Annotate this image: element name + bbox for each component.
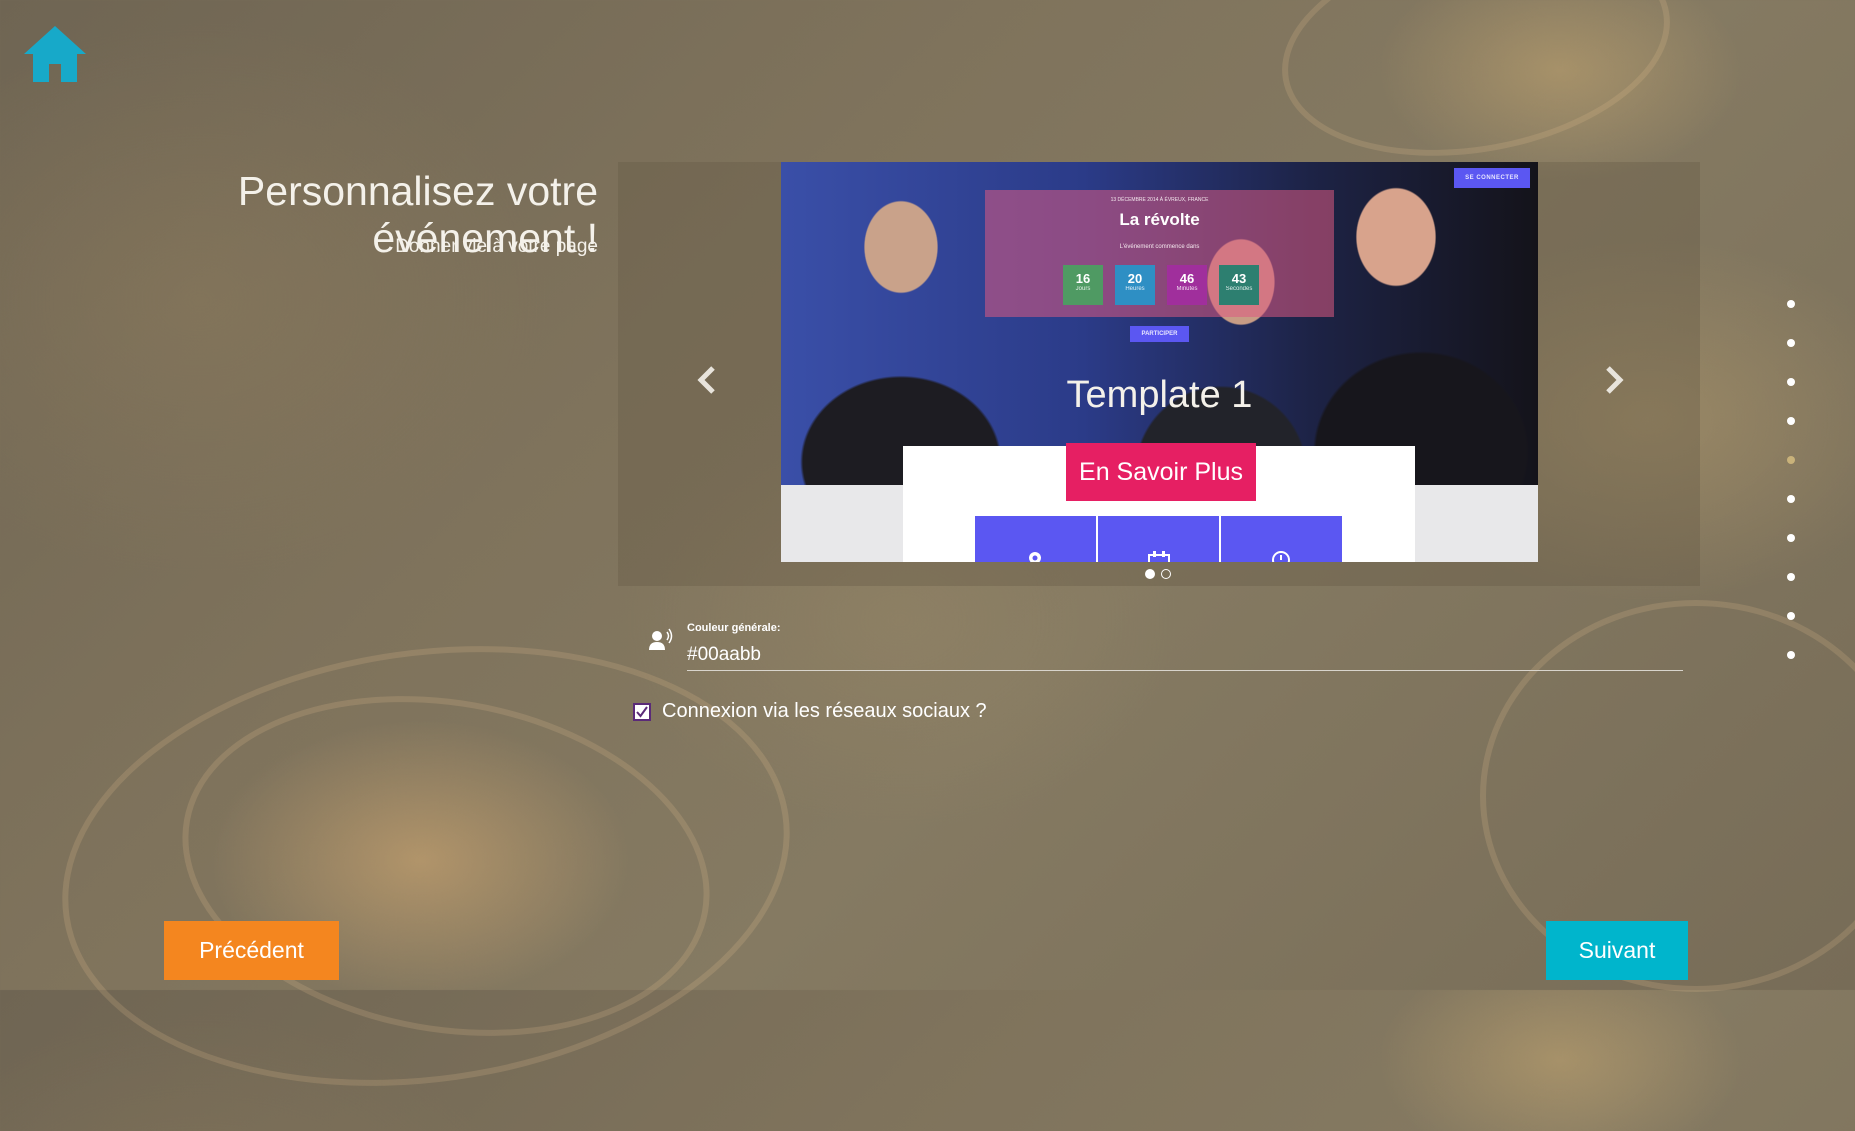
section-nav-dot[interactable] [1787, 573, 1795, 581]
section-nav-dot[interactable] [1787, 456, 1795, 464]
calendar-icon [1148, 551, 1170, 562]
preview-event-title: La révolte [1119, 210, 1200, 229]
chevron-right-icon[interactable] [1593, 360, 1633, 400]
preview-event-subtitle: L'événement commence dans [1119, 244, 1200, 250]
countdown-seconds: 43 Secondes [1219, 265, 1259, 305]
social-login-checkbox[interactable] [633, 702, 651, 721]
preview-tile-clock [1221, 516, 1342, 562]
preview-tile-calendar [1098, 516, 1219, 562]
social-login-row: Connexion via les réseaux sociaux ? [633, 700, 987, 723]
person-speaking-icon [649, 628, 673, 650]
learn-more-button[interactable]: En Savoir Plus [1066, 443, 1256, 501]
background-swirl [1264, 0, 1688, 185]
page-subtitle: Donner vie à votre page [395, 236, 598, 257]
section-nav-dot[interactable] [1787, 651, 1795, 659]
carousel-indicator[interactable] [1161, 569, 1171, 579]
preview-event-box: 13 DÉCEMBRE 2014 À ÉVREUX, FRANCE La rév… [985, 190, 1334, 317]
home-icon[interactable] [22, 24, 88, 84]
preview-event-date: 13 DÉCEMBRE 2014 À ÉVREUX, FRANCE [1110, 197, 1209, 203]
general-color-input[interactable] [687, 640, 1683, 671]
next-button[interactable]: Suivant [1546, 921, 1688, 980]
carousel-indicator[interactable] [1145, 569, 1155, 579]
countdown-hours: 20 Heures [1115, 265, 1155, 305]
clock-icon [1272, 551, 1290, 562]
general-color-label: Couleur générale: [687, 622, 781, 634]
template-title: Template 1 [1066, 374, 1253, 416]
countdown-minutes: 46 Minutes [1167, 265, 1207, 305]
carousel-indicators [1145, 569, 1171, 579]
section-nav-dot[interactable] [1787, 378, 1795, 386]
chevron-left-icon[interactable] [688, 360, 728, 400]
template-slide: SE CONNECTER 13 DÉCEMBRE 2014 À ÉVREUX, … [781, 162, 1538, 562]
section-nav-dot[interactable] [1787, 339, 1795, 347]
preview-tile-location [975, 516, 1096, 562]
general-color-field: Couleur générale: [648, 620, 1685, 674]
section-nav-dot[interactable] [1787, 612, 1795, 620]
countdown-days: 16 Jours [1063, 265, 1103, 305]
preview-countdown: 16 Jours 20 Heures 46 Minutes 43 Seconde… [1063, 265, 1259, 305]
location-icon [1029, 552, 1041, 562]
preview-tiles [975, 516, 1342, 562]
template-carousel: SE CONNECTER 13 DÉCEMBRE 2014 À ÉVREUX, … [618, 162, 1700, 586]
section-nav-dot[interactable] [1787, 495, 1795, 503]
previous-button[interactable]: Précédent [164, 921, 339, 980]
preview-connect-button: SE CONNECTER [1454, 168, 1530, 188]
preview-participate-button: PARTICIPER [1130, 326, 1189, 342]
checkmark-icon [636, 705, 648, 718]
section-nav-dot[interactable] [1787, 300, 1795, 308]
social-login-label: Connexion via les réseaux sociaux ? [662, 700, 987, 722]
section-nav-dots [1784, 300, 1798, 690]
section-nav-dot[interactable] [1787, 417, 1795, 425]
section-nav-dot[interactable] [1787, 534, 1795, 542]
